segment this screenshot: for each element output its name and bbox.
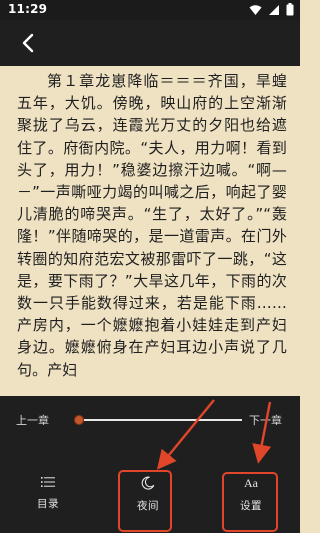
chapter-text: 第１章龙崽降临＝＝＝齐国，旱蝗五年，大饥。傍晚，映山府的上空渐渐聚拢了乌云，连霞… (17, 72, 287, 379)
night-mode-label: 夜间 (137, 500, 159, 512)
prev-chapter-button[interactable]: 上一章 (16, 412, 49, 428)
list-icon (41, 477, 55, 487)
slider-track (80, 419, 242, 421)
font-aa-icon: Aa (244, 476, 258, 490)
next-chapter-button[interactable]: 下一章 (249, 412, 282, 428)
status-bar: 11:29 (0, 0, 300, 20)
chapter-content: 第１章龙崽降临＝＝＝齐国，旱蝗五年，大饥。傍晚，映山府的上空渐渐聚拢了乌云，连霞… (17, 70, 287, 426)
battery-icon (286, 3, 294, 16)
back-button[interactable] (16, 31, 40, 55)
signal-icon (269, 4, 279, 15)
night-mode-button[interactable]: 夜间 (118, 476, 178, 522)
settings-button[interactable]: Aa 设置 (221, 476, 281, 522)
wifi-icon (249, 4, 262, 15)
progress-slider[interactable] (72, 408, 242, 432)
reader-screen: 11:29 第１章龙崽降临＝＝＝齐国，旱蝗五年，大饥。傍晚，映山府的上空渐渐聚拢… (0, 0, 300, 533)
settings-label: 设置 (240, 500, 262, 512)
chevron-left-icon (22, 33, 34, 53)
moon-icon (141, 476, 155, 490)
chapter-nav-row: 上一章 下一章 (0, 408, 300, 432)
status-icons (249, 3, 294, 16)
status-time: 11:29 (8, 2, 48, 16)
top-toolbar (0, 20, 300, 66)
catalog-label: 目录 (37, 498, 59, 510)
bottom-nav: 目录 夜间 Aa 设置 (0, 466, 300, 530)
catalog-button[interactable]: 目录 (18, 476, 78, 522)
slider-thumb[interactable] (74, 415, 84, 425)
bottom-panel: 上一章 下一章 目录 夜间 Aa 设置 (0, 396, 300, 533)
